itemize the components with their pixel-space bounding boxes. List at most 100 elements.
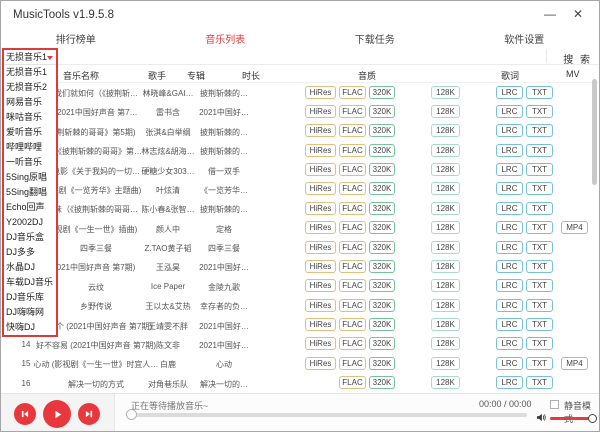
320k-button[interactable]: 320K xyxy=(369,221,395,234)
128k-button[interactable]: 128K xyxy=(431,318,460,331)
table-row[interactable]: 四季三餐Z.TAO黄子韬四季三餐HiResFLAC320K128KLRCTXT xyxy=(1,238,599,257)
source-item[interactable]: 水晶DJ xyxy=(4,260,56,275)
table-row[interactable]: 视剧《一生一世》插曲)颜人中定格HiResFLAC320K128KLRCTXTM… xyxy=(1,219,599,238)
txt-button[interactable]: TXT xyxy=(526,299,553,312)
lrc-button[interactable]: LRC xyxy=(496,299,523,312)
table-row[interactable]: 14好不容易 (2021中国好声音 第7期)陈文非2021中国好…HiResFL… xyxy=(1,335,599,354)
source-item[interactable]: 哔哩哔哩 xyxy=(4,140,56,155)
lrc-button[interactable]: LRC xyxy=(496,241,523,254)
source-item[interactable]: 无损音乐2 xyxy=(4,80,56,95)
source-item[interactable]: Y2002DJ xyxy=(4,215,56,230)
lrc-button[interactable]: LRC xyxy=(496,144,523,157)
flac-button[interactable]: FLAC xyxy=(339,376,366,389)
hires-button[interactable]: HiRes xyxy=(305,279,336,292)
hires-button[interactable]: HiRes xyxy=(305,241,336,254)
tab-settings[interactable]: 软件设置 xyxy=(450,31,600,48)
lrc-button[interactable]: LRC xyxy=(496,337,523,350)
source-item[interactable]: 一听音乐 xyxy=(4,155,56,170)
volume-slider[interactable] xyxy=(550,417,592,420)
flac-button[interactable]: FLAC xyxy=(339,241,366,254)
source-item[interactable]: 咪咕音乐 xyxy=(4,110,56,125)
previous-button[interactable] xyxy=(14,403,36,425)
source-dropdown-selected[interactable]: 无损音乐1 xyxy=(4,50,56,65)
128k-button[interactable]: 128K xyxy=(431,202,460,215)
table-row[interactable]: 021中国好声音 第7期)王泓昊2021中国好…HiResFLAC320K128… xyxy=(1,257,599,276)
hires-button[interactable]: HiRes xyxy=(305,86,336,99)
table-row[interactable]: (2021中国好声音 第7…雷书含2021中国好…HiResFLAC320K12… xyxy=(1,102,599,121)
lrc-button[interactable]: LRC xyxy=(496,357,523,370)
table-row[interactable]: 视剧《一览芳华》主题曲)叶炫清《一览芳华…HiResFLAC320K128KLR… xyxy=(1,180,599,199)
lrc-button[interactable]: LRC xyxy=(496,260,523,273)
txt-button[interactable]: TXT xyxy=(526,105,553,118)
progress-thumb[interactable] xyxy=(126,409,137,420)
128k-button[interactable]: 128K xyxy=(431,357,460,370)
mp4-button[interactable]: MP4 xyxy=(561,221,588,234)
source-item[interactable]: 5Sing翻唱 xyxy=(4,185,56,200)
128k-button[interactable]: 128K xyxy=(431,376,460,389)
search-input[interactable] xyxy=(59,48,545,64)
table-row[interactable]: 荆斩棘的哥哥》第5期)张淇&白举纲披荆斩棘的…HiResFLAC320K128K… xyxy=(1,122,599,141)
mute-checkbox[interactable] xyxy=(550,400,559,409)
hires-button[interactable]: HiRes xyxy=(305,337,336,350)
flac-button[interactable]: FLAC xyxy=(339,337,366,350)
tab-music-list[interactable]: 音乐列表 xyxy=(151,31,301,48)
320k-button[interactable]: 320K xyxy=(369,357,395,370)
txt-button[interactable]: TXT xyxy=(526,376,553,389)
search-button[interactable]: 搜 索 xyxy=(563,51,592,66)
320k-button[interactable]: 320K xyxy=(369,337,395,350)
table-row[interactable]: 13下一个 (2021中国好声音 第7期)王靖雯不胖2021中国好…HiResF… xyxy=(1,316,599,335)
128k-button[interactable]: 128K xyxy=(431,221,460,234)
source-item[interactable]: 快嗨DJ xyxy=(4,320,56,335)
table-row[interactable]: 16解决一切的方式对角巷乐队解决一切的…FLAC320K128KLRCTXT xyxy=(1,374,599,393)
source-item[interactable]: 无损音乐1 xyxy=(4,65,56,80)
table-row[interactable]: 15心动 (影视剧《一生一世》时宜人…白鹿心动HiResFLAC320K128K… xyxy=(1,354,599,373)
txt-button[interactable]: TXT xyxy=(526,182,553,195)
320k-button[interactable]: 320K xyxy=(369,182,395,195)
txt-button[interactable]: TXT xyxy=(526,279,553,292)
320k-button[interactable]: 320K xyxy=(369,241,395,254)
hires-button[interactable]: HiRes xyxy=(305,182,336,195)
320k-button[interactable]: 320K xyxy=(369,124,395,137)
play-button[interactable] xyxy=(43,400,71,428)
hires-button[interactable]: HiRes xyxy=(305,163,336,176)
hires-button[interactable]: HiRes xyxy=(305,202,336,215)
source-item[interactable]: DJ嗨嗨网 xyxy=(4,305,56,320)
128k-button[interactable]: 128K xyxy=(431,241,460,254)
table-row[interactable]: 我们就如何（《披荆斩…林晓峰&GAI…披荆斩棘的…HiResFLAC320K12… xyxy=(1,83,599,102)
lrc-button[interactable]: LRC xyxy=(496,318,523,331)
volume-thumb[interactable] xyxy=(588,414,597,423)
txt-button[interactable]: TXT xyxy=(526,357,553,370)
tab-ranking[interactable]: 排行榜单 xyxy=(1,31,151,48)
flac-button[interactable]: FLAC xyxy=(339,299,366,312)
txt-button[interactable]: TXT xyxy=(526,86,553,99)
128k-button[interactable]: 128K xyxy=(431,182,460,195)
txt-button[interactable]: TXT xyxy=(526,241,553,254)
flac-button[interactable]: FLAC xyxy=(339,279,366,292)
lrc-button[interactable]: LRC xyxy=(496,376,523,389)
flac-button[interactable]: FLAC xyxy=(339,86,366,99)
txt-button[interactable]: TXT xyxy=(526,337,553,350)
320k-button[interactable]: 320K xyxy=(369,86,395,99)
source-item[interactable]: 网易音乐 xyxy=(4,95,56,110)
320k-button[interactable]: 320K xyxy=(369,144,395,157)
mp4-button[interactable]: MP4 xyxy=(561,357,588,370)
source-item[interactable]: 爱听音乐 xyxy=(4,125,56,140)
320k-button[interactable]: 320K xyxy=(369,376,395,389)
128k-button[interactable]: 128K xyxy=(431,299,460,312)
lrc-button[interactable]: LRC xyxy=(496,279,523,292)
source-item[interactable]: 5Sing原唱 xyxy=(4,170,56,185)
128k-button[interactable]: 128K xyxy=(431,86,460,99)
lrc-button[interactable]: LRC xyxy=(496,221,523,234)
table-row[interactable]: 云纹Ice Paper金陵九歌HiResFLAC320K128KLRCTXT xyxy=(1,277,599,296)
flac-button[interactable]: FLAC xyxy=(339,163,366,176)
table-row[interactable]: 味（《披荆斩棘的哥哥…陈小春&张智…披荆斩棘的…HiResFLAC320K128… xyxy=(1,199,599,218)
flac-button[interactable]: FLAC xyxy=(339,144,366,157)
source-item[interactable]: 车载DJ音乐 xyxy=(4,275,56,290)
flac-button[interactable]: FLAC xyxy=(339,202,366,215)
source-item[interactable]: Echo回声 xyxy=(4,200,56,215)
hires-button[interactable]: HiRes xyxy=(305,105,336,118)
table-row[interactable]: （《披荆斩棘的哥哥》第…林志炫&胡海…披荆斩棘的…HiResFLAC320K12… xyxy=(1,141,599,160)
txt-button[interactable]: TXT xyxy=(526,144,553,157)
source-item[interactable]: DJ多多 xyxy=(4,245,56,260)
flac-button[interactable]: FLAC xyxy=(339,182,366,195)
